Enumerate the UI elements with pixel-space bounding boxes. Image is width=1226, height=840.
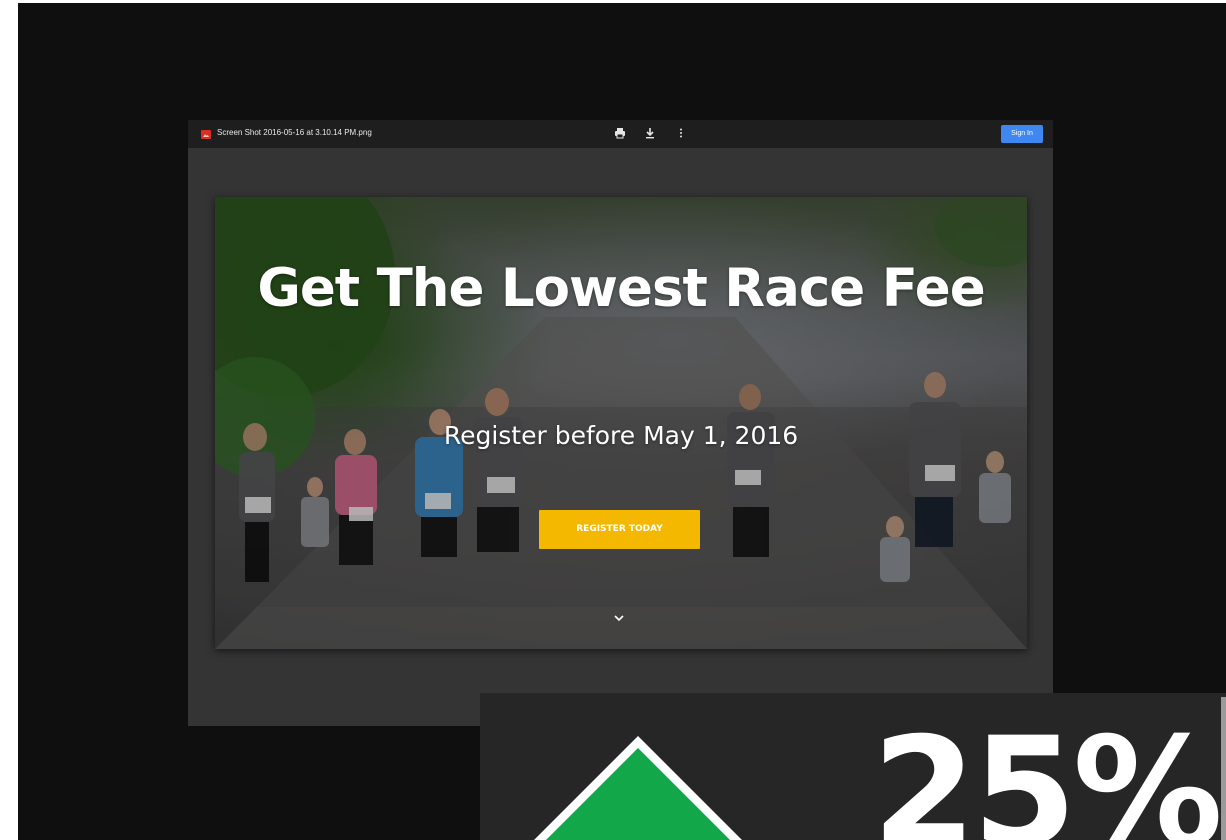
image-file-icon bbox=[201, 130, 211, 139]
viewer-toolbar: Screen Shot 2016-05-16 at 3.10.14 PM.png… bbox=[188, 120, 1053, 148]
discount-percent: 25% bbox=[872, 706, 1221, 840]
hero-image: Get The Lowest Race Fee Register before … bbox=[215, 197, 1027, 649]
file-name: Screen Shot 2016-05-16 at 3.10.14 PM.png bbox=[217, 128, 372, 137]
register-today-button[interactable]: REGISTER TODAY bbox=[539, 510, 700, 549]
sign-in-button[interactable]: Sign In bbox=[1001, 125, 1043, 143]
top-border bbox=[18, 0, 1226, 3]
more-vertical-icon[interactable] bbox=[674, 126, 688, 140]
discount-text-clip: 25% bbox=[480, 693, 1221, 840]
left-border bbox=[0, 0, 18, 840]
download-icon[interactable] bbox=[643, 126, 657, 140]
chevron-down-icon[interactable] bbox=[613, 612, 625, 624]
discount-card-edge bbox=[1221, 697, 1226, 840]
hero-title: Get The Lowest Race Fee bbox=[257, 258, 985, 319]
screen: Screen Shot 2016-05-16 at 3.10.14 PM.png… bbox=[0, 0, 1226, 840]
hero-subtitle: Register before May 1, 2016 bbox=[443, 421, 799, 450]
print-icon[interactable] bbox=[613, 126, 627, 140]
